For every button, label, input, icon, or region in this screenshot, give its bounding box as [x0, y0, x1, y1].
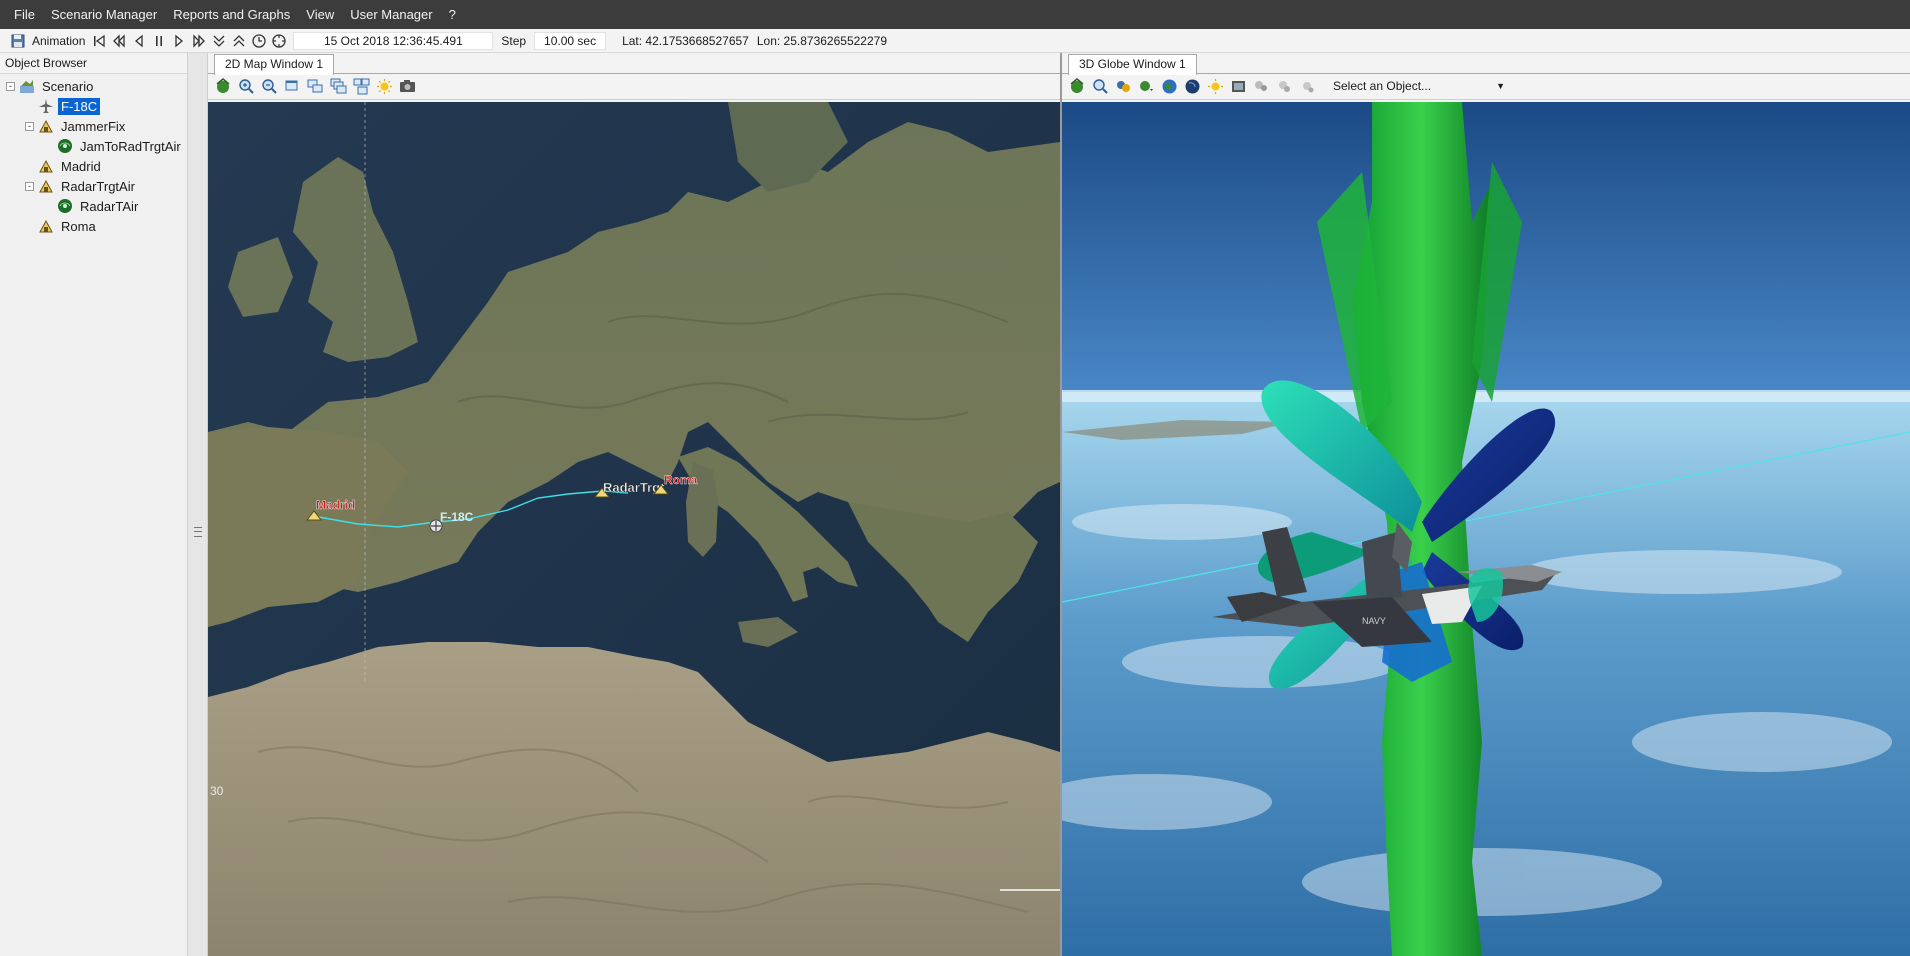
reset-icon[interactable]	[91, 33, 107, 49]
menu-user-manager[interactable]: User Manager	[342, 0, 440, 29]
splitter-grip-icon[interactable]	[194, 527, 202, 537]
map-2d-tabstrip: 2D Map Window 1	[208, 53, 1060, 75]
tree-expand-icon[interactable]: -	[25, 121, 34, 131]
tree-node[interactable]: JamToRadTrgtAir	[0, 136, 187, 156]
sun-lighting-icon[interactable]	[375, 77, 394, 96]
tree-node[interactable]: RadarTAir	[0, 196, 187, 216]
globe-snapshot-icon[interactable]	[1229, 77, 1248, 96]
menu-file[interactable]: File	[6, 0, 43, 29]
tree-node-label[interactable]: JamToRadTrgtAir	[77, 138, 184, 155]
map-home-icon[interactable]	[214, 77, 233, 96]
menu-scenario-manager[interactable]: Scenario Manager	[43, 0, 165, 29]
scenario-icon	[19, 78, 35, 94]
object-browser-title: Object Browser	[0, 53, 187, 74]
globe-3d-window: 3D Globe Window 1 Select an Object... ▼	[1062, 53, 1910, 956]
panel-splitter[interactable]	[188, 53, 208, 956]
tree-node-label[interactable]: RadarTAir	[77, 198, 141, 215]
tree-node[interactable]: F-18C	[0, 96, 187, 116]
tree-node-label[interactable]: Madrid	[58, 158, 104, 175]
aircraft-markings: NAVY	[1362, 616, 1386, 626]
zoom-out-icon[interactable]	[260, 77, 279, 96]
tree-node[interactable]: - RadarTrgtAir	[0, 176, 187, 196]
tree-node-label[interactable]: JammerFix	[58, 118, 128, 135]
datetime-field[interactable]: 15 Oct 2018 12:36:45.491	[293, 31, 494, 50]
globe-zoom-icon[interactable]	[1091, 77, 1110, 96]
orbit-object-icon[interactable]	[1298, 77, 1317, 96]
globe-home-icon[interactable]	[1068, 77, 1087, 96]
camera-view-dropdown-icon[interactable]	[1137, 77, 1156, 96]
save-icon[interactable]	[10, 33, 26, 49]
map-window-icon[interactable]	[283, 77, 302, 96]
select-object-value: Select an Object...	[1333, 79, 1432, 93]
pick-object-icon[interactable]	[1275, 77, 1294, 96]
camera-snapshot-icon[interactable]	[398, 77, 417, 96]
horizon-haze	[1062, 390, 1910, 402]
play-reverse-icon[interactable]	[131, 33, 147, 49]
globe-3d-toolbar: Select an Object... ▼	[1062, 74, 1910, 100]
tab-3d-globe-window[interactable]: 3D Globe Window 1	[1068, 54, 1197, 75]
menu-help[interactable]: ?	[441, 0, 464, 29]
facility-icon	[38, 158, 54, 174]
select-object-dropdown[interactable]: Select an Object... ▼	[1329, 77, 1509, 96]
globe-3d-canvas[interactable]: NAVY	[1062, 102, 1910, 956]
facility-icon	[38, 178, 54, 194]
object-tree: - Scenario F-18C - JammerFix JamToRadTrgtAir M…	[0, 74, 187, 236]
menu-reports-and-graphs[interactable]: Reports and Graphs	[165, 0, 298, 29]
realtime-icon[interactable]	[251, 33, 267, 49]
step-label: Step	[501, 33, 527, 48]
play-icon[interactable]	[171, 33, 187, 49]
globe-3d-tabstrip: 3D Globe Window 1	[1062, 53, 1910, 75]
longitude-readout: Lon: 25.8736265522279	[756, 33, 887, 48]
pause-icon[interactable]	[151, 33, 167, 49]
view-from-to-icon[interactable]	[1114, 77, 1133, 96]
tree-node[interactable]: - JammerFix	[0, 116, 187, 136]
aircraft-icon	[38, 98, 54, 114]
globe-sun-icon[interactable]	[1206, 77, 1225, 96]
tree-node[interactable]: Madrid	[0, 156, 187, 176]
globe-earth-icon[interactable]	[1160, 77, 1179, 96]
arrange-windows-icon[interactable]	[352, 77, 371, 96]
tree-expand-icon[interactable]: -	[6, 81, 15, 91]
tree-node-label[interactable]: Roma	[58, 218, 99, 235]
step-field[interactable]: 10.00 sec	[534, 31, 607, 50]
clock-icon[interactable]	[271, 33, 287, 49]
f18-label[interactable]: F-18C	[440, 510, 474, 524]
object-browser-panel: Object Browser - Scenario F-18C - JammerFix J…	[0, 53, 188, 956]
tree-node-label[interactable]: RadarTrgtAir	[58, 178, 138, 195]
animation-toolbar: Animation 15 Oct 2018 12:36:45.491 Step …	[0, 29, 1910, 53]
facility-icon	[38, 118, 54, 134]
chevron-down-icon[interactable]: ▼	[1496, 77, 1505, 96]
tree-node-label[interactable]: Scenario	[39, 78, 96, 95]
tree-expand-icon[interactable]: -	[25, 181, 34, 191]
map-2d-toolbar	[208, 74, 1060, 100]
cascade-windows-icon[interactable]	[329, 77, 348, 96]
tree-node[interactable]: Roma	[0, 216, 187, 236]
globe-dark-icon[interactable]	[1183, 77, 1202, 96]
step-back-icon[interactable]	[111, 33, 127, 49]
roma-label[interactable]: Roma	[664, 473, 698, 487]
animation-label: Animation	[32, 33, 86, 48]
slower-icon[interactable]	[211, 33, 227, 49]
map-2d-view[interactable]: Madrid F-18C RadarTrgt Roma 30	[208, 102, 1060, 956]
faster-icon[interactable]	[231, 33, 247, 49]
map-2d-canvas[interactable]: Madrid F-18C RadarTrgt Roma 30	[208, 102, 1060, 956]
sensor-icon	[57, 138, 73, 154]
tree-node[interactable]: - Scenario	[0, 76, 187, 96]
latitude-readout: Lat: 42.1753668527657	[622, 33, 749, 48]
facility-icon	[38, 218, 54, 234]
step-forward-icon[interactable]	[191, 33, 207, 49]
measure-icon[interactable]	[1252, 77, 1271, 96]
madrid-label[interactable]: Madrid	[316, 498, 356, 512]
globe-3d-view[interactable]: NAVY	[1062, 102, 1910, 956]
tile-windows-icon[interactable]	[306, 77, 325, 96]
zoom-in-icon[interactable]	[237, 77, 256, 96]
tab-2d-map-window[interactable]: 2D Map Window 1	[214, 54, 335, 75]
tree-node-label[interactable]: F-18C	[58, 97, 101, 115]
sensor-icon	[57, 198, 73, 214]
latitude-30-label: 30	[210, 784, 224, 798]
map-2d-window: 2D Map Window 1 Madrid F-18C RadarTrgt R…	[208, 53, 1060, 956]
menu-bar: File Scenario Manager Reports and Graphs…	[0, 0, 1910, 29]
menu-view[interactable]: View	[298, 0, 342, 29]
